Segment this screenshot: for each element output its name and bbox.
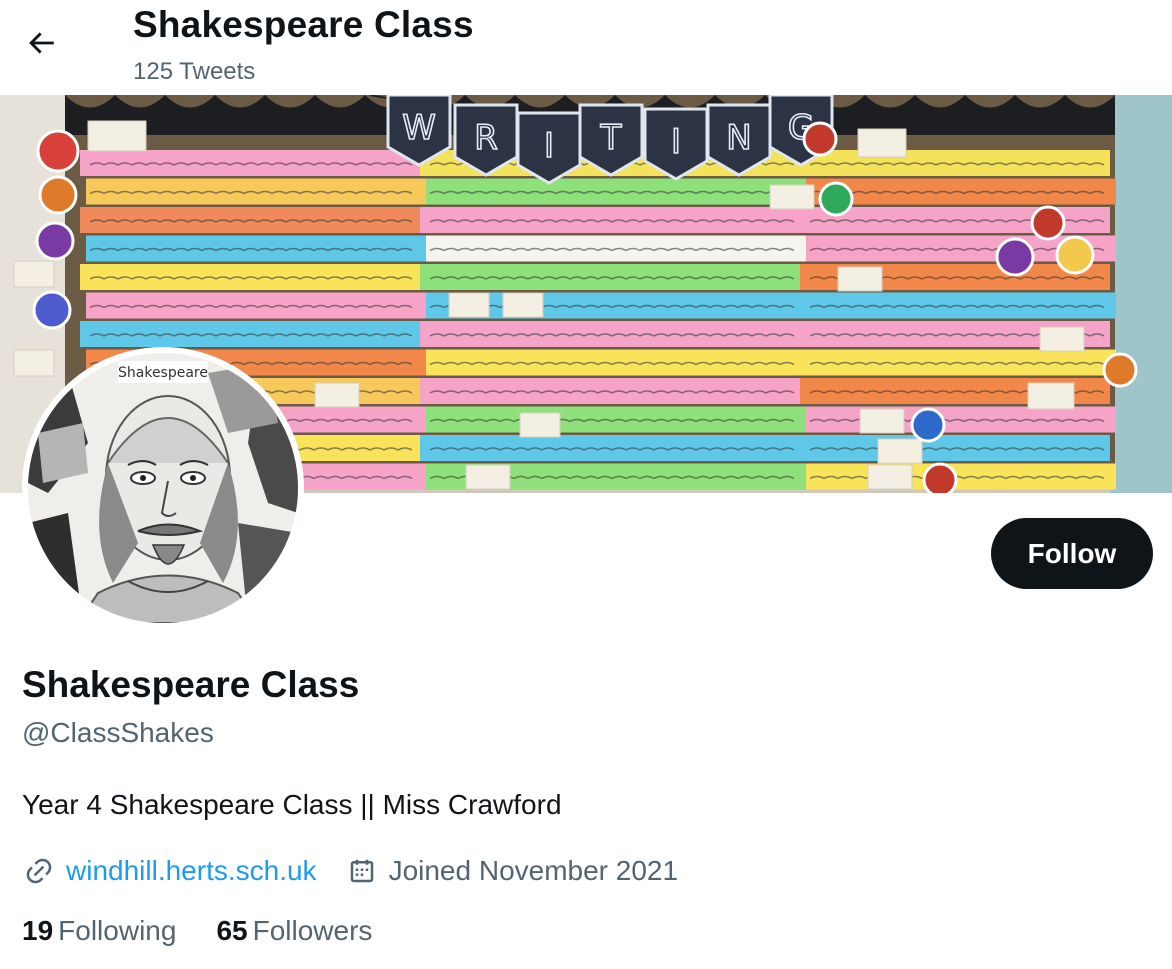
calendar-icon xyxy=(345,854,379,888)
joined-date: Joined November 2021 xyxy=(388,855,679,886)
tweet-count: 125 Tweets xyxy=(133,58,256,85)
profile-avatar[interactable]: Shakespeare xyxy=(22,347,304,629)
follow-stats: 19 Following 65 Followers xyxy=(22,915,412,947)
following-label: Following xyxy=(58,915,177,946)
followers-count: 65 xyxy=(216,915,248,946)
bunting-letter: I xyxy=(671,122,681,162)
bunting-letter: W xyxy=(402,108,436,148)
profile-meta: windhill.herts.sch.uk Joined November 20… xyxy=(22,851,678,891)
bunting-letter: T xyxy=(600,118,622,158)
followers-link[interactable]: 65 Followers xyxy=(216,915,372,947)
arrow-left-icon xyxy=(29,32,54,54)
website-link[interactable]: windhill.herts.sch.uk xyxy=(66,855,317,887)
followers-label: Followers xyxy=(252,915,373,946)
back-button[interactable] xyxy=(18,20,64,66)
profile-handle: @ClassShakes xyxy=(22,717,214,748)
shakespeare-portrait-image: Shakespeare xyxy=(28,353,298,623)
follow-button[interactable]: Follow xyxy=(991,518,1153,589)
bunting-letter: N xyxy=(726,118,751,158)
profile-name: Shakespeare Class xyxy=(22,664,360,705)
following-count: 19 xyxy=(22,915,54,946)
bunting-letter: R xyxy=(474,118,498,158)
link-icon xyxy=(22,854,56,888)
profile-bio: Year 4 Shakespeare Class || Miss Crawfor… xyxy=(22,789,562,820)
avatar-caption: Shakespeare xyxy=(118,365,208,381)
top-bar: Shakespeare Class 125 Tweets xyxy=(0,0,1172,95)
bunting-letter: I xyxy=(544,126,554,166)
following-link[interactable]: 19 Following xyxy=(22,915,176,947)
header-title: Shakespeare Class xyxy=(133,4,474,45)
